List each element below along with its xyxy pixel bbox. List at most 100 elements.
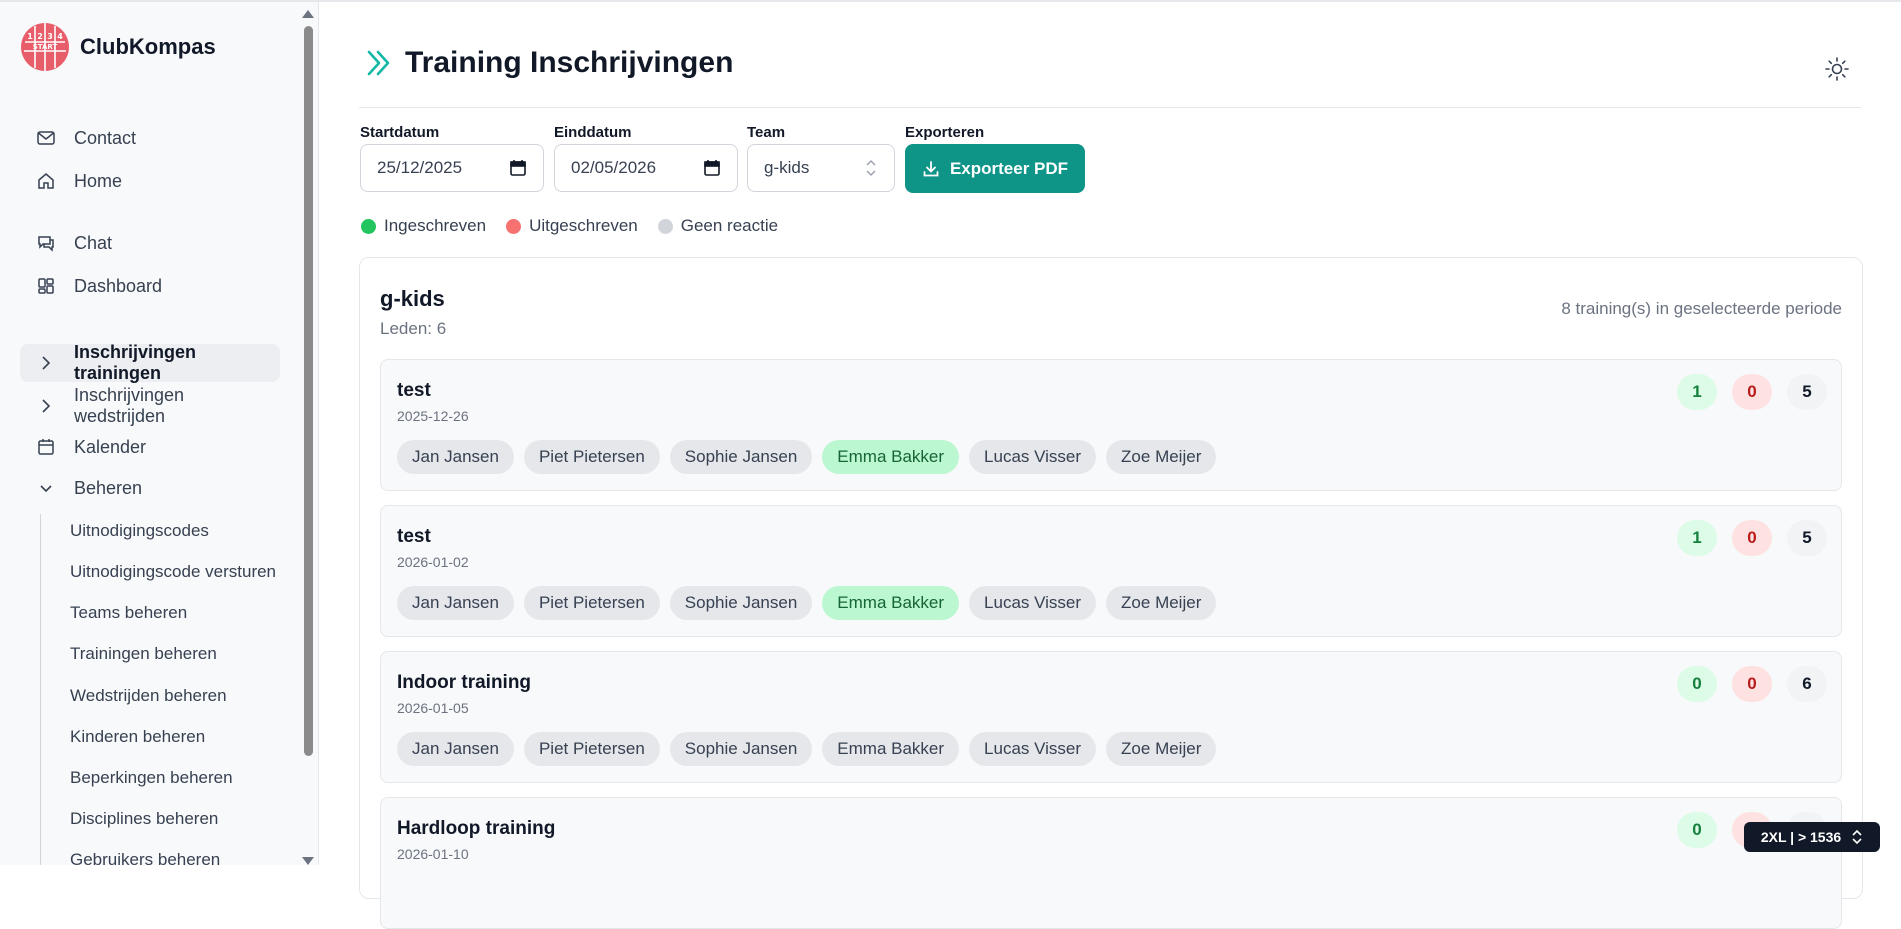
count-uitgeschreven: 0	[1732, 374, 1772, 410]
training-name: test	[397, 380, 431, 401]
chevron-updown-icon	[1852, 829, 1862, 845]
member-chip: Emma Bakker	[822, 440, 960, 474]
member-chip: Sophie Jansen	[669, 440, 813, 474]
app-name: ClubKompas	[80, 34, 216, 59]
legend-dot	[361, 218, 376, 234]
count-ingeschreven: 1	[1677, 520, 1717, 556]
svg-text:3: 3	[47, 32, 53, 41]
sidebar-subitem-beperkingen-beheren[interactable]: Beperkingen beheren	[70, 768, 233, 788]
training-counts: 1 0 5	[1662, 374, 1827, 410]
sidebar-item-beheren[interactable]: Beheren	[20, 469, 280, 507]
start-date-input[interactable]: 25/12/2025	[360, 144, 544, 192]
member-chip: Piet Pietersen	[523, 440, 660, 474]
svg-text:2: 2	[37, 32, 43, 41]
export-pdf-label: Exporteer PDF	[949, 158, 1069, 178]
training-card[interactable]: Indoor training 2026-01-05 0 0 6 Jan Jan…	[380, 651, 1842, 783]
team-label: Team	[747, 124, 786, 141]
sidebar-item-inschrijvingen-wedstrijden[interactable]: Inschrijvingen wedstrijden	[20, 385, 280, 426]
training-counts: 0 0 6	[1662, 666, 1827, 702]
legend-uitgeschreven: Uitgeschreven	[506, 216, 638, 236]
dashboard-icon	[36, 276, 56, 296]
member-chip: Piet Pietersen	[523, 732, 660, 766]
svg-text:START: START	[33, 43, 58, 51]
sidebar-subitem-disciplines-beheren[interactable]: Disciplines beheren	[70, 809, 218, 829]
count-uitgeschreven: 0	[1732, 520, 1772, 556]
brand[interactable]: 1234 START ClubKompas	[20, 22, 216, 72]
member-chip: Zoe Meijer	[1106, 732, 1217, 766]
sidebar-subitem-gebruikers-beheren[interactable]: Gebruikers beheren	[70, 850, 220, 865]
member-chips: Jan Jansen Piet Pietersen Sophie Jansen …	[397, 440, 1226, 474]
sidebar-subitem-kinderen-beheren[interactable]: Kinderen beheren	[70, 727, 205, 747]
sidebar-scrollbar[interactable]	[302, 10, 314, 865]
main-content: Training Inschrijvingen Startdatum 25/12…	[319, 2, 1901, 929]
member-chip: Emma Bakker	[822, 732, 960, 766]
training-card[interactable]: test 2026-01-02 1 0 5 Jan Jansen Piet Pi…	[380, 505, 1842, 637]
member-chip: Lucas Visser	[969, 586, 1097, 620]
clubkompas-logo-icon: 1234 START	[21, 23, 69, 71]
sidebar: 1234 START ClubKompas Contact Home Chat …	[0, 2, 319, 865]
count-ingeschreven: 1	[1677, 374, 1717, 410]
chevron-right-icon	[36, 396, 56, 416]
member-chip: Lucas Visser	[969, 732, 1097, 766]
member-chip: Sophie Jansen	[669, 586, 813, 620]
scroll-down-arrow-icon[interactable]	[302, 857, 314, 865]
sidebar-item-home[interactable]: Home	[20, 162, 280, 200]
svg-text:1: 1	[27, 32, 33, 41]
sidebar-subitem-wedstrijden-beheren[interactable]: Wedstrijden beheren	[70, 686, 227, 706]
count-ingeschreven: 0	[1677, 666, 1717, 702]
end-date-label: Einddatum	[554, 124, 632, 141]
sidebar-item-label: Beheren	[74, 477, 143, 498]
mail-icon	[36, 128, 56, 148]
chevron-down-icon	[36, 478, 56, 498]
sidebar-item-label: Inschrijvingen wedstrijden	[74, 385, 185, 426]
chevron-right-icon	[36, 353, 56, 373]
sidebar-subitem-teams-beheren[interactable]: Teams beheren	[70, 603, 187, 623]
export-pdf-button[interactable]: Exporteer PDF	[905, 144, 1085, 193]
breakpoint-badge[interactable]: 2XL | > 1536	[1744, 822, 1880, 852]
end-date-input[interactable]: 02/05/2026	[554, 144, 738, 192]
training-name: test	[397, 526, 431, 547]
member-chip: Lucas Visser	[969, 440, 1097, 474]
member-chip: Emma Bakker	[822, 586, 960, 620]
member-chip: Jan Jansen	[397, 440, 514, 474]
member-chip: Zoe Meijer	[1106, 440, 1217, 474]
sun-icon[interactable]	[1824, 56, 1850, 82]
sidebar-item-inschrijvingen-trainingen[interactable]: Inschrijvingen trainingen	[20, 342, 280, 383]
page-title: Training Inschrijvingen	[405, 46, 734, 79]
sidebar-item-label: Home	[74, 170, 123, 191]
sidebar-item-dashboard[interactable]: Dashboard	[20, 267, 280, 305]
team-name: g-kids	[380, 286, 445, 311]
sidebar-item-contact[interactable]: Contact	[20, 119, 280, 157]
submenu-guide-line	[40, 514, 41, 865]
sidebar-subitem-trainingen-beheren[interactable]: Trainingen beheren	[70, 644, 217, 664]
training-date: 2026-01-02	[397, 554, 469, 570]
calendar-icon[interactable]	[703, 159, 721, 177]
breakpoint-label: 2XL | > 1536	[1760, 829, 1842, 845]
sidebar-subitem-uitnodigingscodes[interactable]: Uitnodigingscodes	[70, 521, 209, 541]
member-chip: Sophie Jansen	[669, 732, 813, 766]
training-card[interactable]: test 2025-12-26 1 0 5 Jan Jansen Piet Pi…	[380, 359, 1842, 491]
count-ingeschreven: 0	[1677, 812, 1717, 848]
status-legend: Ingeschreven Uitgeschreven Geen reactie	[361, 216, 798, 236]
calendar-icon[interactable]	[509, 159, 527, 177]
legend-dot	[657, 218, 673, 234]
sidebar-item-chat[interactable]: Chat	[20, 224, 280, 262]
count-geen-reactie: 5	[1787, 374, 1827, 410]
svg-text:4: 4	[57, 32, 63, 41]
sidebar-subitem-uitnodigingscode-versturen[interactable]: Uitnodigingscode versturen	[70, 562, 276, 582]
scroll-thumb[interactable]	[304, 26, 313, 756]
sidebar-item-label: Chat	[74, 232, 113, 253]
count-geen-reactie: 5	[1787, 520, 1827, 556]
chat-icon	[36, 233, 56, 253]
sidebar-item-kalender[interactable]: Kalender	[20, 428, 280, 466]
legend-label: Ingeschreven	[384, 216, 487, 235]
training-name: Indoor training	[397, 672, 532, 693]
training-card[interactable]: Hardloop training 2026-01-10 0 0 6	[380, 797, 1842, 929]
training-period-count: 8 training(s) in geselecteerde periode	[1561, 299, 1842, 318]
scroll-up-arrow-icon[interactable]	[302, 10, 314, 18]
team-select[interactable]: g-kids	[747, 144, 895, 192]
training-date: 2025-12-26	[397, 408, 469, 424]
calendar-icon	[36, 437, 56, 457]
home-icon	[36, 171, 56, 191]
count-uitgeschreven: 0	[1732, 666, 1772, 702]
